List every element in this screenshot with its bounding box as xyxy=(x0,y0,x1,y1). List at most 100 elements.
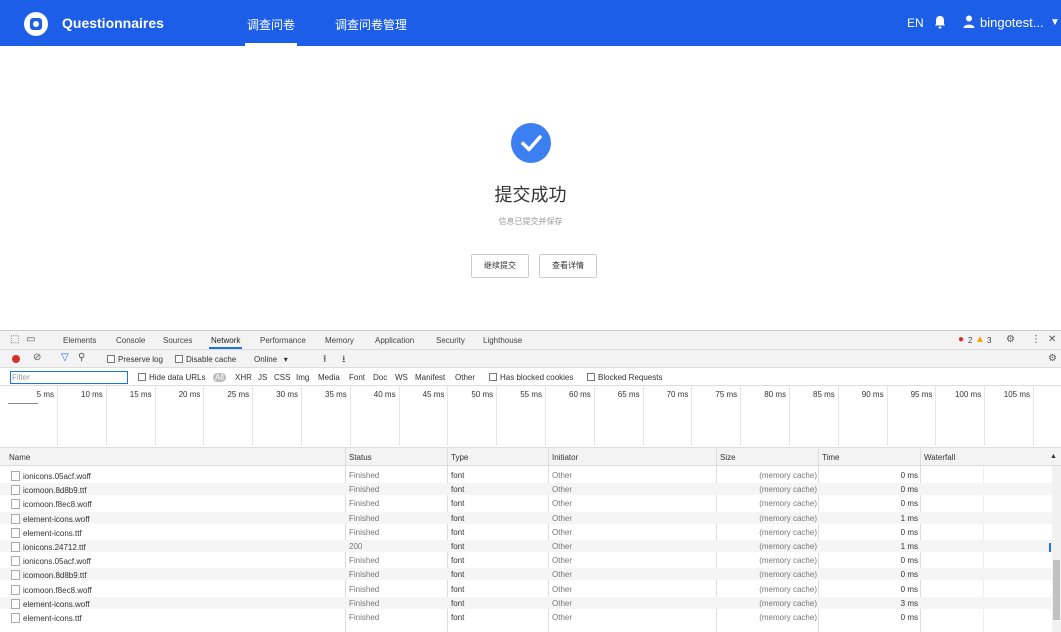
scrollbar-thumb[interactable] xyxy=(1053,560,1060,620)
tab-console[interactable]: Console xyxy=(116,336,145,345)
continue-submit-button[interactable]: 继续提交 xyxy=(471,254,529,278)
language-switch[interactable]: EN xyxy=(907,16,924,30)
search-icon[interactable]: ⚲ xyxy=(78,352,85,363)
file-icon xyxy=(11,613,20,623)
timeline-gridline xyxy=(349,386,351,446)
preserve-log-checkbox[interactable]: Preserve log xyxy=(107,355,163,364)
column-name[interactable]: Name xyxy=(9,453,30,462)
view-details-button[interactable]: 查看详情 xyxy=(539,254,597,278)
tab-network[interactable]: Network xyxy=(208,336,243,349)
import-har-icon[interactable]: ⭱ xyxy=(323,352,327,369)
filter-type-xhr[interactable]: XHR xyxy=(235,373,252,382)
tab-elements[interactable]: Elements xyxy=(63,336,96,345)
table-row[interactable]: ionicons.24712.ttf 200 font Other (memory ca… xyxy=(0,540,1052,552)
filter-type-all[interactable]: All xyxy=(213,373,226,382)
timeline-tick-label: 5 ms xyxy=(36,390,54,399)
username[interactable]: bingotest... xyxy=(980,15,1044,30)
warning-icon[interactable]: ▲ xyxy=(975,334,985,345)
tab-performance[interactable]: Performance xyxy=(260,336,306,345)
request-size: (memory cache) xyxy=(759,556,817,566)
error-icon[interactable]: ● xyxy=(958,334,964,345)
close-icon[interactable]: ✕ xyxy=(1048,334,1056,345)
table-row[interactable]: ionicons.05acf.woff Finished font Other (mem… xyxy=(0,554,1052,567)
filter-type-doc[interactable]: Doc xyxy=(373,373,387,382)
request-name: ionicons.05acf.woff xyxy=(11,556,91,567)
logo-icon[interactable] xyxy=(24,12,48,36)
bell-icon[interactable] xyxy=(934,15,946,29)
more-menu-icon[interactable]: ⋮ xyxy=(1031,334,1041,345)
brand-title[interactable]: Questionnaires xyxy=(62,15,164,31)
table-row[interactable]: ionicons.05acf.woff Finished font Other (mem… xyxy=(0,469,1052,481)
request-status: Finished xyxy=(349,527,380,537)
column-type[interactable]: Type xyxy=(451,453,468,462)
record-icon[interactable] xyxy=(12,355,20,363)
column-waterfall[interactable]: Waterfall xyxy=(924,453,955,462)
device-toolbar-icon[interactable]: ▭ xyxy=(26,334,35,345)
scrollbar[interactable] xyxy=(1052,466,1061,632)
table-row[interactable]: element-icons.ttf Finished font Other (memor… xyxy=(0,526,1052,538)
column-size[interactable]: Size xyxy=(720,453,736,462)
warning-count[interactable]: 3 xyxy=(987,336,991,345)
clear-icon[interactable]: ⊘ xyxy=(33,352,41,363)
timeline-tick-label: 25 ms xyxy=(227,390,250,399)
sort-up-icon[interactable]: ▲ xyxy=(1050,453,1057,460)
column-time[interactable]: Time xyxy=(822,453,839,462)
request-type: font xyxy=(451,485,465,495)
table-row[interactable]: element-icons.ttf Finished font Other (memor… xyxy=(0,611,1052,623)
filter-type-media[interactable]: Media xyxy=(318,373,340,382)
tab-security[interactable]: Security xyxy=(436,336,465,345)
tab-memory[interactable]: Memory xyxy=(325,336,354,345)
request-initiator: Other xyxy=(552,485,573,495)
chevron-down-icon[interactable]: ▼ xyxy=(1050,17,1060,28)
timeline-gridline xyxy=(691,386,693,446)
error-count[interactable]: 2 xyxy=(968,336,972,345)
timeline-gridline xyxy=(935,386,937,446)
filter-type-font[interactable]: Font xyxy=(349,373,365,382)
request-size: (memory cache) xyxy=(759,613,817,622)
table-row[interactable]: icomoon.f8ec8.woff Finished font Other (memo… xyxy=(0,497,1052,510)
column-status[interactable]: Status xyxy=(349,453,372,462)
filter-type-ws[interactable]: WS xyxy=(395,373,408,382)
column-initiator[interactable]: Initiator xyxy=(552,453,578,462)
settings-gear-icon[interactable]: ⚙ xyxy=(1006,334,1015,345)
request-name-text: element-icons.woff xyxy=(23,599,90,609)
filter-icon[interactable]: ▽ xyxy=(61,352,69,363)
request-time: 0 ms xyxy=(900,613,918,622)
table-row[interactable]: element-icons.woff Finished font Other (memo… xyxy=(0,596,1052,609)
request-time: 0 ms xyxy=(900,556,918,566)
filter-type-img[interactable]: Img xyxy=(296,373,309,382)
request-size: (memory cache) xyxy=(759,513,817,523)
network-settings-gear-icon[interactable]: ⚙ xyxy=(1048,353,1057,364)
request-time: 0 ms xyxy=(900,570,918,580)
request-type: font xyxy=(451,542,465,551)
filter-input[interactable]: Filter xyxy=(10,371,128,384)
timeline-tick-label: 105 ms xyxy=(1003,390,1030,399)
disable-cache-checkbox[interactable]: Disable cache xyxy=(175,355,236,364)
table-row[interactable]: element-icons.woff Finished font Other (memo… xyxy=(0,511,1052,524)
filter-type-js[interactable]: JS xyxy=(258,373,267,382)
network-overview-timeline[interactable]: 5 ms 10 ms 15 ms 20 ms 25 ms 30 ms 35 ms 40 ms 4… xyxy=(0,386,1061,448)
tab-sources[interactable]: Sources xyxy=(163,336,192,345)
timeline-tick-label: 55 ms xyxy=(520,390,542,399)
nav-survey[interactable]: 调查问卷 xyxy=(244,16,298,46)
filter-type-manifest[interactable]: Manifest xyxy=(415,373,445,382)
export-har-icon[interactable]: ⭳ xyxy=(342,352,346,369)
request-name-text: element-icons.ttf xyxy=(23,528,82,538)
tab-application[interactable]: Application xyxy=(375,336,414,345)
blocked-requests-checkbox[interactable]: Blocked Requests xyxy=(587,373,662,382)
filter-type-other[interactable]: Other xyxy=(455,373,475,382)
table-row[interactable]: icomoon.8d8b9.ttf Finished font Other (memor… xyxy=(0,483,1052,496)
request-initiator: Other xyxy=(552,598,573,608)
nav-survey-management[interactable]: 调查问卷管理 xyxy=(335,16,407,33)
tab-lighthouse[interactable]: Lighthouse xyxy=(483,336,522,345)
throttling-select[interactable]: Online ▾ xyxy=(254,355,288,364)
table-row[interactable]: icomoon.8d8b9.ttf Finished font Other (memor… xyxy=(0,568,1052,581)
request-type: font xyxy=(451,598,465,608)
timeline-tick-label: 15 ms xyxy=(129,390,152,399)
table-row[interactable]: icomoon.f8ec8.woff Finished font Other (memo… xyxy=(0,583,1052,595)
filter-type-css[interactable]: CSS xyxy=(274,373,290,382)
inspect-element-icon[interactable]: ⬚ xyxy=(10,334,19,345)
timeline-gridline xyxy=(593,386,595,446)
hide-data-urls-checkbox[interactable]: Hide data URLs xyxy=(138,373,205,382)
blocked-cookies-checkbox[interactable]: Has blocked cookies xyxy=(489,373,573,382)
